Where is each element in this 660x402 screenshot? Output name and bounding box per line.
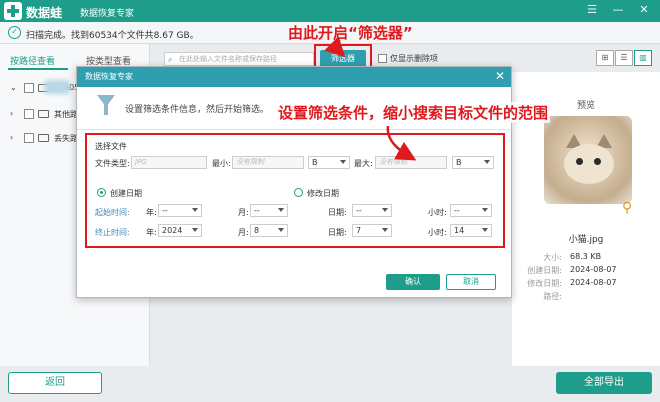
- arrow-to-filter: [324, 36, 346, 58]
- arrow-to-settings: [386, 125, 417, 161]
- annotation-arrows: [324, 36, 417, 161]
